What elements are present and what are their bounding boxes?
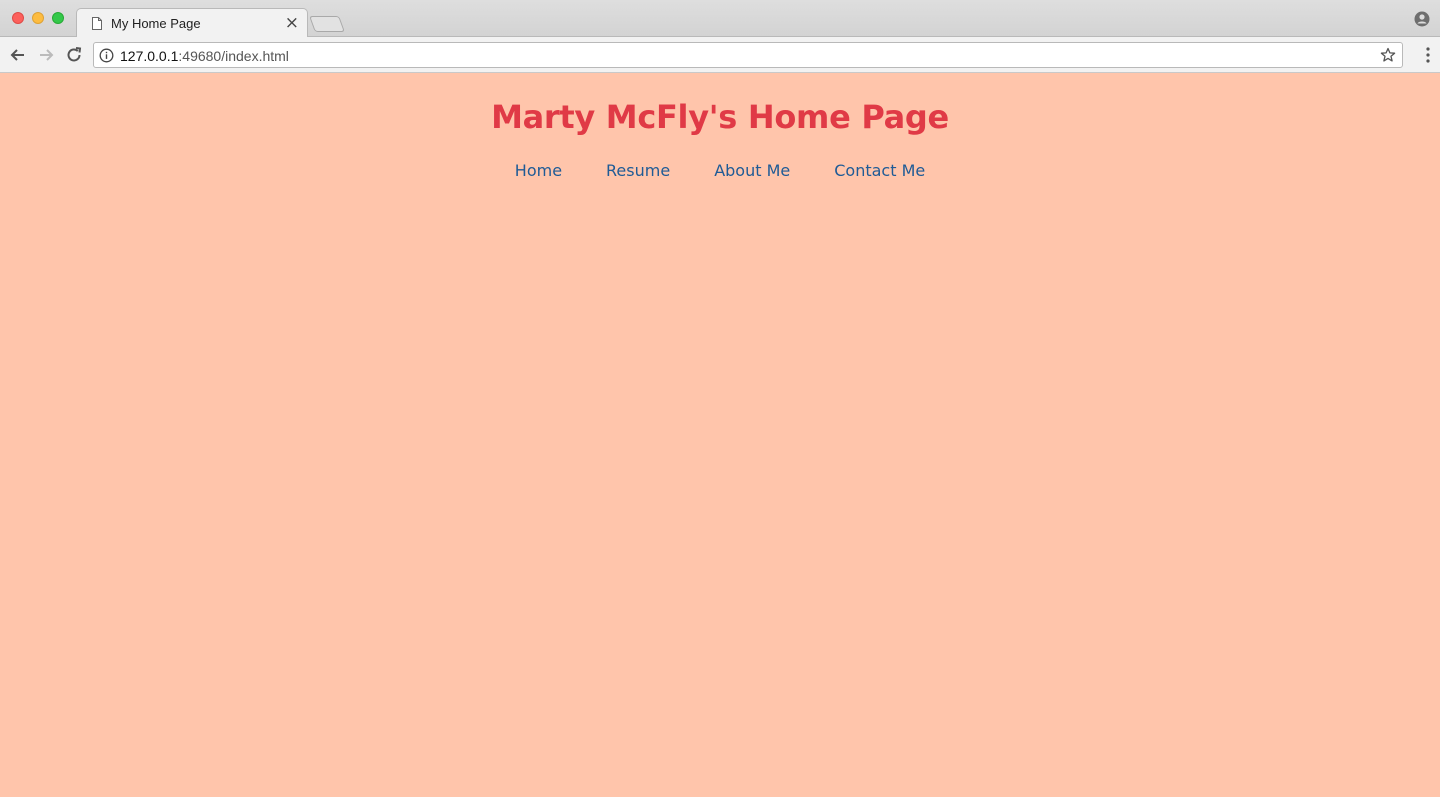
url-path: :49680/index.html	[178, 48, 289, 64]
url-text: 127.0.0.1:49680/index.html	[120, 48, 289, 64]
tab-close-icon[interactable]: ×	[285, 13, 299, 33]
window-minimize-button[interactable]	[32, 12, 44, 24]
main-nav: Home Resume About Me Contact Me	[0, 161, 1440, 180]
nav-link-resume[interactable]: Resume	[606, 161, 670, 180]
forward-arrow-icon[interactable]	[36, 45, 56, 65]
profile-icon[interactable]	[1414, 11, 1430, 27]
reload-icon[interactable]	[64, 45, 84, 65]
tab-title: My Home Page	[111, 16, 201, 31]
window-close-button[interactable]	[12, 12, 24, 24]
browser-titlebar: My Home Page ×	[0, 0, 1440, 38]
menu-kebab-icon[interactable]	[1426, 47, 1430, 63]
browser-toolbar: 127.0.0.1:49680/index.html	[0, 37, 1440, 73]
address-bar[interactable]: 127.0.0.1:49680/index.html	[93, 42, 1403, 68]
page-content: Marty McFly's Home Page Home Resume Abou…	[0, 74, 1440, 797]
nav-link-about-me[interactable]: About Me	[714, 161, 790, 180]
url-host: 127.0.0.1	[120, 48, 179, 64]
info-icon[interactable]	[99, 48, 114, 63]
window-maximize-button[interactable]	[52, 12, 64, 24]
browser-tab[interactable]: My Home Page ×	[76, 8, 308, 38]
page-icon	[92, 17, 102, 30]
back-arrow-icon[interactable]	[8, 45, 28, 65]
bookmark-star-icon[interactable]	[1380, 47, 1396, 63]
new-tab-button[interactable]	[309, 16, 345, 32]
page-title: Marty McFly's Home Page	[491, 98, 949, 136]
nav-link-home[interactable]: Home	[515, 161, 562, 180]
nav-link-contact-me[interactable]: Contact Me	[834, 161, 925, 180]
